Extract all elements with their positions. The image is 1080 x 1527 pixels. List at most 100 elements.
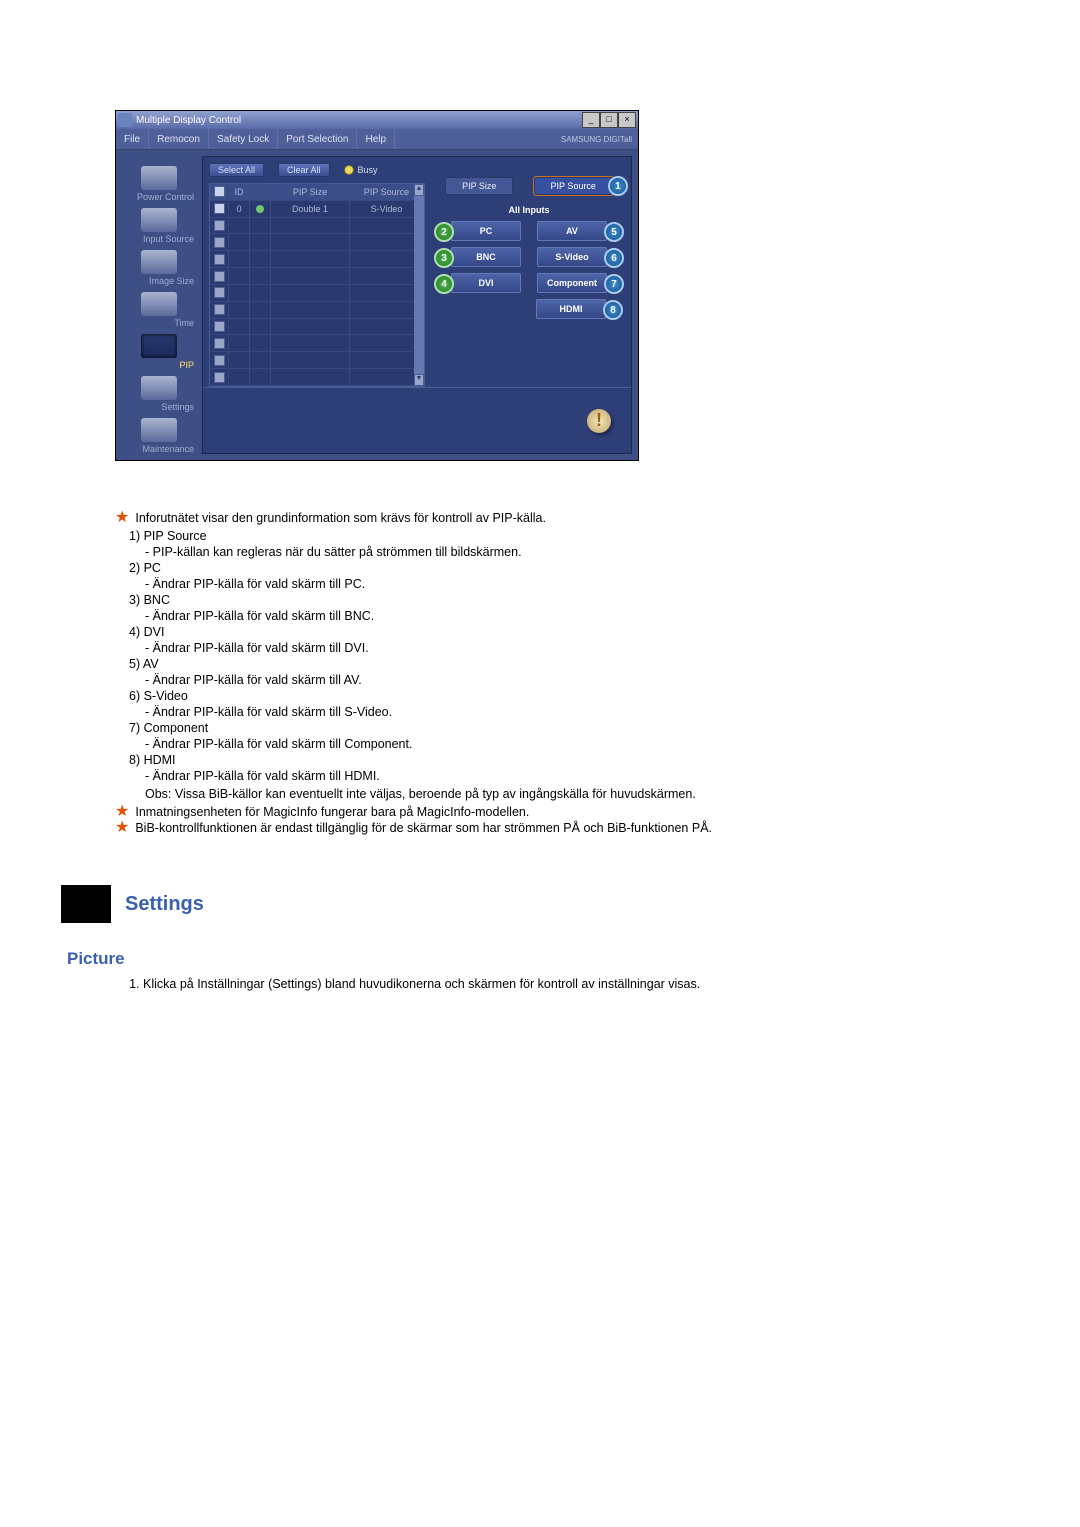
all-inputs-label: All Inputs: [435, 205, 623, 215]
item-5-desc: - Ändrar PIP-källa för vald skärm till A…: [145, 673, 965, 687]
item-4-title: 4) DVI: [129, 625, 965, 639]
tab-pip-source[interactable]: PIP Source 1: [534, 177, 613, 195]
busy-label: Busy: [358, 165, 378, 175]
row-checkbox[interactable]: [214, 237, 225, 248]
star-icon: ★: [115, 821, 129, 835]
item-7-desc: - Ändrar PIP-källa för vald skärm till C…: [145, 737, 965, 751]
scroll-down-icon[interactable]: ▼: [414, 374, 424, 386]
minimize-button[interactable]: _: [582, 112, 600, 128]
dvi-button[interactable]: 4 DVI: [451, 273, 521, 293]
sidebar-item-time[interactable]: Time: [116, 292, 202, 328]
sidebar-item-input[interactable]: Input Source: [116, 208, 202, 244]
row-checkbox[interactable]: [214, 321, 225, 332]
maximize-button[interactable]: □: [600, 112, 618, 128]
callout-3: 3: [434, 248, 454, 268]
item-3-desc: - Ändrar PIP-källa för vald skärm till B…: [145, 609, 965, 623]
hdmi-button[interactable]: HDMI 8: [536, 299, 606, 319]
maintenance-icon: [141, 418, 177, 442]
row-checkbox[interactable]: [214, 287, 225, 298]
time-icon: [141, 292, 177, 316]
row-checkbox[interactable]: [214, 271, 225, 282]
table-row[interactable]: 0 Double 1 S-Video: [210, 201, 424, 218]
sidebar-item-image-size[interactable]: Image Size: [116, 250, 202, 286]
tab-pip-size[interactable]: PIP Size: [445, 177, 513, 195]
row-checkbox[interactable]: [214, 254, 225, 265]
menu-remocon[interactable]: Remocon: [149, 129, 209, 149]
input-source-icon: [141, 208, 177, 232]
info-icon[interactable]: !: [587, 409, 611, 433]
window-title: Multiple Display Control: [136, 115, 241, 126]
settings-icon: [141, 376, 177, 400]
app-icon: [118, 113, 132, 127]
callout-5: 5: [604, 222, 624, 242]
callout-4: 4: [434, 274, 454, 294]
item-1-desc: - PIP-källan kan regleras när du sätter …: [145, 545, 965, 559]
col-pip-source[interactable]: PIP Source: [350, 184, 424, 200]
item-1-title: 1) PIP Source: [129, 529, 965, 543]
menu-help[interactable]: Help: [357, 129, 395, 149]
menu-port-selection[interactable]: Port Selection: [278, 129, 357, 149]
star-icon: ★: [115, 805, 129, 819]
row-checkbox[interactable]: [214, 372, 225, 383]
item-5-title: 5) AV: [129, 657, 965, 671]
app-window: Multiple Display Control _ □ × File Remo…: [115, 110, 639, 461]
clear-all-button[interactable]: Clear All: [278, 163, 330, 177]
intro-text: Inforutnätet visar den grundinformation …: [135, 511, 546, 525]
pip-icon: [141, 334, 177, 358]
sidebar: Power Control Input Source Image Size Ti…: [116, 150, 202, 460]
row-checkbox[interactable]: [214, 355, 225, 366]
sidebar-item-maintenance[interactable]: Maintenance: [116, 418, 202, 454]
close-button[interactable]: ×: [618, 112, 636, 128]
row-checkbox[interactable]: [214, 203, 225, 214]
bib-note: BiB-kontrollfunktionen är endast tillgän…: [135, 821, 712, 835]
select-all-button[interactable]: Select All: [209, 163, 264, 177]
item-2-desc: - Ändrar PIP-källa för vald skärm till P…: [145, 577, 965, 591]
item-4-desc: - Ändrar PIP-källa för vald skärm till D…: [145, 641, 965, 655]
sidebar-item-power[interactable]: Power Control: [116, 166, 202, 202]
documentation: ★ Inforutnätet visar den grundinformatio…: [115, 511, 965, 991]
col-pip-size[interactable]: PIP Size: [271, 184, 350, 200]
picture-heading: Picture: [67, 949, 965, 969]
row-checkbox[interactable]: [214, 220, 225, 231]
item-6-desc: - Ändrar PIP-källa för vald skärm till S…: [145, 705, 965, 719]
item-7-title: 7) Component: [129, 721, 965, 735]
bnc-button[interactable]: 3 BNC: [451, 247, 521, 267]
menu-safety-lock[interactable]: Safety Lock: [209, 129, 278, 149]
settings-heading: Settings: [125, 893, 204, 916]
section-swatch: [61, 885, 111, 923]
col-id[interactable]: ID: [229, 184, 250, 200]
status-dot-icon: [256, 205, 264, 213]
scroll-up-icon[interactable]: ▲: [414, 184, 424, 196]
star-icon: ★: [115, 511, 129, 525]
component-button[interactable]: Component 7: [537, 273, 607, 293]
brand-label: SAMSUNG DIGITall: [561, 135, 638, 144]
item-6-title: 6) S-Video: [129, 689, 965, 703]
pip-source-panel: PIP Size PIP Source 1 All Inputs 2: [427, 157, 631, 387]
image-size-icon: [141, 250, 177, 274]
item-8-title: 8) HDMI: [129, 753, 965, 767]
pc-button[interactable]: 2 PC: [451, 221, 521, 241]
callout-1: 1: [608, 176, 628, 196]
callout-7: 7: [604, 274, 624, 294]
item-2-title: 2) PC: [129, 561, 965, 575]
power-icon: [141, 166, 177, 190]
item-8-desc: - Ändrar PIP-källa för vald skärm till H…: [145, 769, 965, 783]
header-checkbox[interactable]: [214, 186, 225, 197]
sidebar-item-settings[interactable]: Settings: [116, 376, 202, 412]
titlebar: Multiple Display Control _ □ ×: [116, 111, 638, 129]
callout-8: 8: [603, 300, 623, 320]
picture-step-1: Klicka på Inställningar (Settings) bland…: [143, 977, 965, 991]
row-checkbox[interactable]: [214, 338, 225, 349]
obs-note: Obs: Vissa BiB-källor kan eventuellt int…: [145, 787, 965, 801]
callout-6: 6: [604, 248, 624, 268]
magicinfo-note: Inmatningsenheten för MagicInfo fungerar…: [135, 805, 529, 819]
av-button[interactable]: AV 5: [537, 221, 607, 241]
svideo-button[interactable]: S-Video 6: [537, 247, 607, 267]
row-checkbox[interactable]: [214, 304, 225, 315]
sidebar-item-pip[interactable]: PIP: [116, 334, 202, 370]
col-status[interactable]: [250, 184, 271, 200]
display-grid: Select All Clear All Busy ID: [203, 157, 427, 387]
callout-2: 2: [434, 222, 454, 242]
grid-scrollbar[interactable]: ▲ ▼: [414, 184, 424, 386]
menu-file[interactable]: File: [116, 129, 149, 149]
